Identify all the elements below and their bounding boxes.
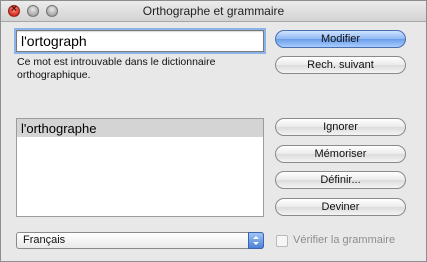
define-button[interactable]: Définir...	[275, 171, 406, 189]
learn-button[interactable]: Mémoriser	[275, 145, 406, 163]
language-selected-value: Français	[23, 234, 66, 246]
spelling-grammar-window: Orthographe et grammaire l'ortograph Ce …	[0, 0, 427, 262]
grammar-checkbox-label: Vérifier la grammaire	[293, 234, 396, 246]
grammar-checkbox[interactable]	[276, 235, 288, 247]
title-bar[interactable]: Orthographe et grammaire	[1, 1, 426, 22]
popup-arrows-icon	[248, 232, 264, 249]
window-title: Orthographe et grammaire	[142, 4, 285, 18]
find-next-button[interactable]: Rech. suivant	[275, 56, 406, 74]
status-message: Ce mot est introuvable dans le dictionna…	[17, 56, 216, 81]
misspelled-word-field[interactable]: l'ortograph	[16, 30, 264, 52]
ignore-button[interactable]: Ignorer	[275, 118, 406, 136]
suggestion-item[interactable]: l'orthographe	[17, 119, 263, 137]
change-button[interactable]: Modifier	[275, 30, 406, 48]
guess-button[interactable]: Deviner	[275, 198, 406, 216]
language-select[interactable]: Français	[16, 232, 264, 249]
suggestions-list[interactable]: l'orthographe	[16, 118, 264, 217]
